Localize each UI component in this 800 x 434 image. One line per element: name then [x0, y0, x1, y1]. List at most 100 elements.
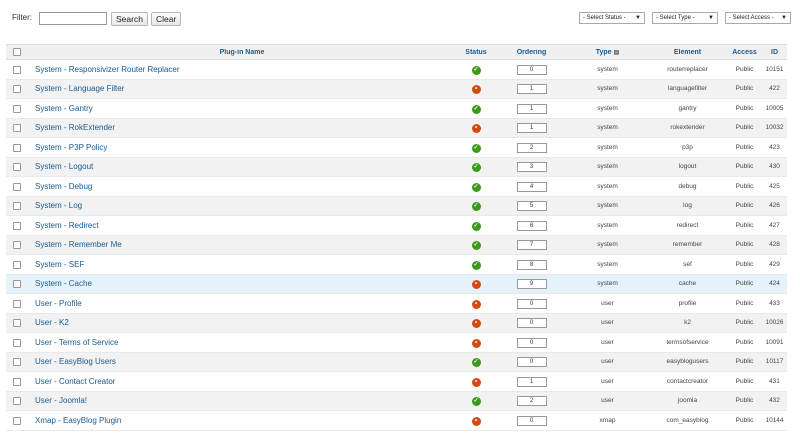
ordering-input[interactable]: 5: [516, 201, 547, 212]
enabled-check-icon[interactable]: ✓: [471, 221, 481, 231]
row-checkbox[interactable]: [13, 241, 21, 250]
plugin-element: log: [683, 202, 692, 210]
row-checkbox[interactable]: [13, 221, 21, 230]
ordering-input[interactable]: 0: [516, 318, 547, 329]
ordering-input[interactable]: 1: [516, 84, 547, 95]
row-checkbox[interactable]: [13, 416, 21, 425]
row-checkbox[interactable]: [13, 338, 21, 347]
column-header-name[interactable]: Plug-in Name: [28, 49, 456, 56]
select-all-checkbox[interactable]: [13, 48, 21, 56]
disabled-x-icon[interactable]: •: [471, 280, 481, 290]
plugin-name-link[interactable]: User - Joomla!: [35, 396, 87, 405]
table-row: Xmap - EasyBlog Plugin • 0 xmap com_easyblog…: [6, 411, 787, 431]
disabled-x-icon[interactable]: •: [471, 85, 481, 95]
ordering-input[interactable]: 2: [516, 142, 547, 153]
plugin-name-link[interactable]: System - RokExtender: [35, 123, 115, 132]
enabled-check-icon[interactable]: ✓: [471, 65, 481, 75]
disabled-x-icon[interactable]: •: [471, 319, 481, 329]
enabled-check-icon[interactable]: ✓: [471, 202, 481, 212]
plugin-name-link[interactable]: System - P3P Policy: [35, 143, 107, 152]
column-header-access[interactable]: Access: [727, 49, 762, 56]
plugin-name-link[interactable]: System - Log: [35, 201, 82, 210]
row-checkbox[interactable]: [13, 182, 21, 191]
plugin-name-link[interactable]: System - Responsivizer Router Replacer: [35, 65, 180, 74]
ordering-input[interactable]: 8: [516, 259, 547, 270]
ordering-input[interactable]: 2: [516, 396, 547, 407]
row-checkbox[interactable]: [13, 319, 21, 328]
plugin-type: system: [597, 65, 618, 73]
row-checkbox[interactable]: [13, 65, 21, 74]
column-header-type[interactable]: Type ▤: [567, 49, 648, 56]
enabled-check-icon[interactable]: ✓: [471, 260, 481, 270]
enabled-check-icon[interactable]: ✓: [471, 143, 481, 153]
row-checkbox[interactable]: [13, 358, 21, 367]
access-select[interactable]: - Select Access - ▼: [725, 12, 791, 24]
plugin-name-link[interactable]: User - EasyBlog Users: [35, 357, 116, 366]
plugin-access: Public: [735, 65, 754, 73]
chevron-down-icon: ▼: [781, 15, 787, 21]
ordering-input[interactable]: 7: [516, 240, 547, 251]
row-checkbox[interactable]: [13, 299, 21, 308]
disabled-x-icon[interactable]: •: [471, 416, 481, 426]
ordering-input[interactable]: 0: [516, 64, 547, 75]
plugin-id: 10026: [765, 319, 784, 327]
ordering-input[interactable]: 6: [516, 220, 547, 231]
plugin-name-link[interactable]: System - Language Filter: [35, 84, 124, 93]
ordering-input[interactable]: 1: [516, 376, 547, 387]
ordering-input[interactable]: 0: [516, 357, 547, 368]
ordering-input[interactable]: 4: [516, 181, 547, 192]
status-select[interactable]: - Select Status - ▼: [579, 12, 645, 24]
column-header-status[interactable]: Status: [456, 49, 496, 56]
plugin-element: profile: [678, 299, 697, 307]
row-checkbox[interactable]: [13, 104, 21, 113]
row-checkbox[interactable]: [13, 260, 21, 269]
column-header-element[interactable]: Element: [648, 49, 727, 56]
enabled-check-icon[interactable]: ✓: [471, 104, 481, 114]
ordering-input[interactable]: 0: [516, 415, 547, 426]
plugin-name-link[interactable]: System - Redirect: [35, 221, 99, 230]
ordering-input[interactable]: 1: [516, 103, 547, 114]
enabled-check-icon[interactable]: ✓: [471, 163, 481, 173]
plugin-type: system: [597, 163, 618, 171]
row-checkbox[interactable]: [13, 163, 21, 172]
plugin-name-link[interactable]: User - Contact Creator: [35, 377, 115, 386]
filter-input[interactable]: [39, 12, 107, 25]
plugin-name-link[interactable]: Xmap - EasyBlog Plugin: [35, 416, 121, 425]
plugin-name-link[interactable]: System - SEF: [35, 260, 84, 269]
table-row: System - Log ✓ 5 system log Public 426: [6, 196, 787, 216]
row-checkbox[interactable]: [13, 397, 21, 406]
plugin-name-link[interactable]: User - K2: [35, 318, 69, 327]
ordering-input[interactable]: 1: [516, 123, 547, 134]
plugin-name-link[interactable]: System - Debug: [35, 182, 92, 191]
enabled-check-icon[interactable]: ✓: [471, 182, 481, 192]
disabled-x-icon[interactable]: •: [471, 338, 481, 348]
ordering-input[interactable]: 0: [516, 298, 547, 309]
row-checkbox[interactable]: [13, 124, 21, 133]
enabled-check-icon[interactable]: ✓: [471, 358, 481, 368]
plugin-name-link[interactable]: System - Remember Me: [35, 240, 122, 249]
plugin-name-link[interactable]: User - Terms of Service: [35, 338, 118, 347]
search-button[interactable]: Search: [111, 12, 148, 26]
column-header-id[interactable]: ID: [762, 49, 787, 56]
type-select[interactable]: - Select Type - ▼: [652, 12, 718, 24]
ordering-input[interactable]: 0: [516, 337, 547, 348]
disabled-x-icon[interactable]: •: [471, 124, 481, 134]
clear-button[interactable]: Clear: [151, 12, 182, 26]
ordering-input[interactable]: 3: [516, 162, 547, 173]
enabled-check-icon[interactable]: ✓: [471, 241, 481, 251]
disabled-x-icon[interactable]: •: [471, 299, 481, 309]
column-header-ordering[interactable]: Ordering: [496, 49, 567, 56]
row-checkbox[interactable]: [13, 85, 21, 94]
plugin-name-link[interactable]: System - Gantry: [35, 104, 93, 113]
ordering-input[interactable]: 9: [516, 279, 547, 290]
row-checkbox[interactable]: [13, 202, 21, 211]
status-select-label: - Select Status -: [583, 15, 626, 21]
plugin-name-link[interactable]: System - Logout: [35, 162, 93, 171]
row-checkbox[interactable]: [13, 280, 21, 289]
row-checkbox[interactable]: [13, 377, 21, 386]
plugin-name-link[interactable]: System - Cache: [35, 279, 92, 288]
enabled-check-icon[interactable]: ✓: [471, 397, 481, 407]
row-checkbox[interactable]: [13, 143, 21, 152]
disabled-x-icon[interactable]: •: [471, 377, 481, 387]
plugin-name-link[interactable]: User - Profile: [35, 299, 82, 308]
